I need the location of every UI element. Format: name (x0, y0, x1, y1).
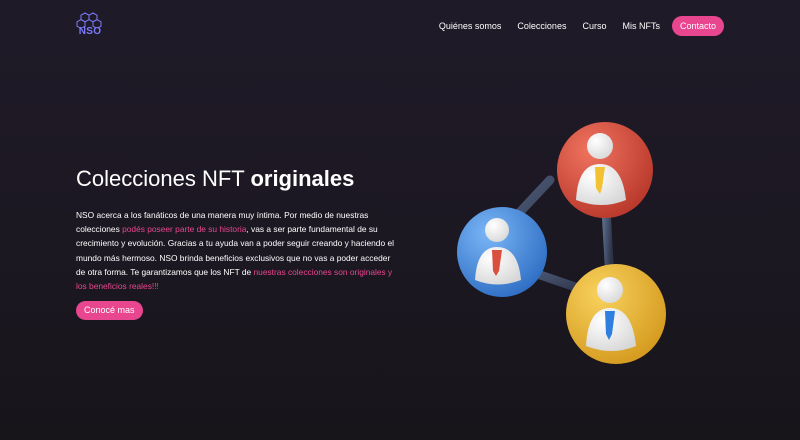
yellow-user-node (566, 264, 666, 364)
contact-button[interactable]: Contacto (671, 16, 724, 36)
navbar: NSO Quiénes somos Colecciones Curso Mis … (0, 0, 800, 52)
hero-description: NSO acerca a los fanáticos de una manera… (76, 208, 398, 293)
logo-text: NSO (78, 26, 102, 37)
learn-more-button[interactable]: Conocé mas (76, 301, 143, 320)
hero-title-bold: originales (250, 166, 355, 191)
user-network-illustration (457, 122, 666, 364)
nav-link-mis-nfts[interactable]: Mis NFTs (622, 21, 660, 31)
nav-link-quienes-somos[interactable]: Quiénes somos (439, 21, 502, 31)
hero-title-regular: Colecciones NFT (76, 166, 251, 191)
logo[interactable]: NSO (76, 12, 106, 40)
red-user-node (557, 122, 653, 218)
historia-link[interactable]: podés poseer parte de su historia (122, 224, 246, 234)
nav-link-colecciones[interactable]: Colecciones (517, 21, 566, 31)
nav-link-curso[interactable]: Curso (582, 21, 606, 31)
nav-links: Quiénes somos Colecciones Curso Mis NFTs… (439, 16, 724, 36)
hero-title: Colecciones NFT originales (76, 166, 354, 192)
blue-user-node (457, 207, 547, 297)
